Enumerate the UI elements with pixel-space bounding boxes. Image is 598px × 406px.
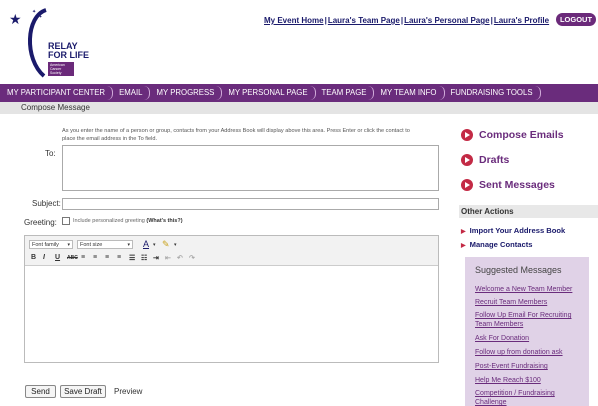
compose-title: Compose Message xyxy=(0,102,598,114)
svg-text:✦: ✦ xyxy=(39,14,43,19)
editor-toolbar: Font family ▾ Font size ▾ A ▾ ✎ ▾ B I U AB… xyxy=(25,236,438,266)
drafts-label: Drafts xyxy=(479,154,510,166)
chevron-down-icon[interactable]: ▾ xyxy=(153,242,156,248)
sent-messages-link[interactable]: Sent Messages xyxy=(461,179,555,191)
import-address-book-link[interactable]: ▶ Import Your Address Book xyxy=(461,226,565,235)
manage-contacts-label: Manage Contacts xyxy=(469,240,533,249)
underline-icon[interactable]: U xyxy=(55,254,60,261)
to-instructions: As you enter the name of a person or gro… xyxy=(62,128,410,142)
font-size-value: Font size xyxy=(80,242,103,248)
greeting-option-label: Include personalized greeting xyxy=(73,218,145,224)
suggested-message-link[interactable]: Follow up from donation ask xyxy=(475,348,585,357)
chevron-down-icon: ▾ xyxy=(127,242,130,248)
suggested-message-link[interactable]: Competition / Fundraising Challenge xyxy=(475,389,585,406)
nav-participant-center[interactable]: MY PARTICIPANT CENTER xyxy=(0,84,114,102)
greeting-checkbox[interactable] xyxy=(62,217,70,225)
font-size-select[interactable]: Font size ▾ xyxy=(77,240,133,249)
subject-label: Subject: xyxy=(32,199,61,208)
chevron-down-icon[interactable]: ▾ xyxy=(174,242,177,248)
preview-link[interactable]: Preview xyxy=(114,387,142,396)
other-actions-header: Other Actions xyxy=(459,205,598,218)
message-editor: Font family ▾ Font size ▾ A ▾ ✎ ▾ B I U AB… xyxy=(24,235,439,363)
suggested-message-link[interactable]: Recruit Team Members xyxy=(475,298,585,307)
align-right-icon[interactable]: ≡ xyxy=(105,254,109,261)
editor-body[interactable] xyxy=(25,267,438,362)
main-nav: MY PARTICIPANT CENTER EMAIL MY PROGRESS … xyxy=(0,84,598,102)
numbered-list-icon[interactable]: ☷ xyxy=(141,254,147,262)
align-center-icon[interactable]: ≡ xyxy=(93,254,97,261)
top-link-team-page[interactable]: Laura's Team Page xyxy=(328,16,400,25)
outdent-icon[interactable]: ⇤ xyxy=(165,254,171,262)
align-justify-icon[interactable]: ≡ xyxy=(117,254,121,261)
font-family-select[interactable]: Font family ▾ xyxy=(29,240,73,249)
bold-icon[interactable]: B xyxy=(31,254,36,261)
greeting-label: Greeting: xyxy=(24,218,57,227)
page-header: ★ ✦ ✦ RELAY FOR LIFE American Cancer Soc… xyxy=(0,0,598,84)
nav-team-info[interactable]: MY TEAM INFO xyxy=(373,84,445,102)
align-left-icon[interactable]: ≡ xyxy=(81,254,85,261)
nav-email[interactable]: EMAIL xyxy=(112,84,151,102)
text-color-icon[interactable]: A xyxy=(143,239,149,249)
compose-emails-link[interactable]: Compose Emails xyxy=(461,129,564,141)
suggested-message-link[interactable]: Follow Up Email For Recruiting Team Memb… xyxy=(475,311,585,329)
nav-fundraising-tools[interactable]: FUNDRAISING TOOLS xyxy=(444,84,541,102)
subject-field[interactable] xyxy=(62,198,439,210)
to-label: To: xyxy=(45,149,56,158)
to-field[interactable] xyxy=(62,145,439,191)
italic-icon[interactable]: I xyxy=(43,254,45,261)
svg-text:★: ★ xyxy=(9,11,22,27)
chevron-down-icon: ▾ xyxy=(67,242,70,248)
arrow-circle-icon xyxy=(461,154,473,166)
nav-my-progress[interactable]: MY PROGRESS xyxy=(149,84,223,102)
nav-team-page[interactable]: TEAM PAGE xyxy=(315,84,375,102)
send-button[interactable]: Send xyxy=(25,385,56,398)
suggested-message-link[interactable]: Ask For Donation xyxy=(475,334,585,343)
indent-icon[interactable]: ⇥ xyxy=(153,254,159,262)
top-link-personal-page[interactable]: Laura's Personal Page xyxy=(404,16,490,25)
top-link-event-home[interactable]: My Event Home xyxy=(264,16,324,25)
import-address-book-label: Import Your Address Book xyxy=(469,226,566,235)
sent-messages-label: Sent Messages xyxy=(479,179,555,191)
font-family-value: Font family xyxy=(32,242,59,248)
highlight-color-icon[interactable]: ✎ xyxy=(162,239,170,250)
compose-emails-label: Compose Emails xyxy=(479,129,564,141)
undo-icon[interactable]: ↶ xyxy=(177,254,183,262)
drafts-link[interactable]: Drafts xyxy=(461,154,509,166)
redo-icon[interactable]: ↷ xyxy=(189,254,195,262)
relay-for-life-logo[interactable]: ★ ✦ ✦ RELAY FOR LIFE American Cancer Soc… xyxy=(6,4,96,82)
greeting-help-link[interactable]: (What's this?) xyxy=(146,218,182,224)
top-link-profile[interactable]: Laura's Profile xyxy=(494,16,549,25)
greeting-option: Include personalized greeting (What's th… xyxy=(73,218,183,224)
suggested-message-link[interactable]: Help Me Reach $100 xyxy=(475,376,585,385)
top-links: My Event Home|Laura's Team Page|Laura's … xyxy=(264,16,550,25)
nav-personal-page[interactable]: MY PERSONAL PAGE xyxy=(221,84,316,102)
triangle-right-icon: ▶ xyxy=(461,243,466,249)
manage-contacts-link[interactable]: ▶ Manage Contacts xyxy=(461,240,533,249)
arrow-circle-icon xyxy=(461,179,473,191)
svg-text:✦: ✦ xyxy=(32,9,36,15)
suggested-message-link[interactable]: Welcome a New Team Member xyxy=(475,285,585,294)
bullet-list-icon[interactable]: ☰ xyxy=(129,254,135,262)
save-draft-button[interactable]: Save Draft xyxy=(60,385,106,398)
logo-text: RELAY FOR LIFE xyxy=(48,41,89,60)
suggested-messages-title: Suggested Messages xyxy=(475,265,562,275)
suggested-messages-panel: Suggested Messages Welcome a New Team Me… xyxy=(465,257,589,406)
strikethrough-icon[interactable]: ABC xyxy=(67,255,78,261)
arrow-circle-icon xyxy=(461,129,473,141)
logout-button[interactable]: LOGOUT xyxy=(556,13,596,26)
suggested-message-link[interactable]: Post-Event Fundraising xyxy=(475,362,585,371)
triangle-right-icon: ▶ xyxy=(461,229,466,235)
acs-badge: American Cancer Society xyxy=(48,62,74,76)
